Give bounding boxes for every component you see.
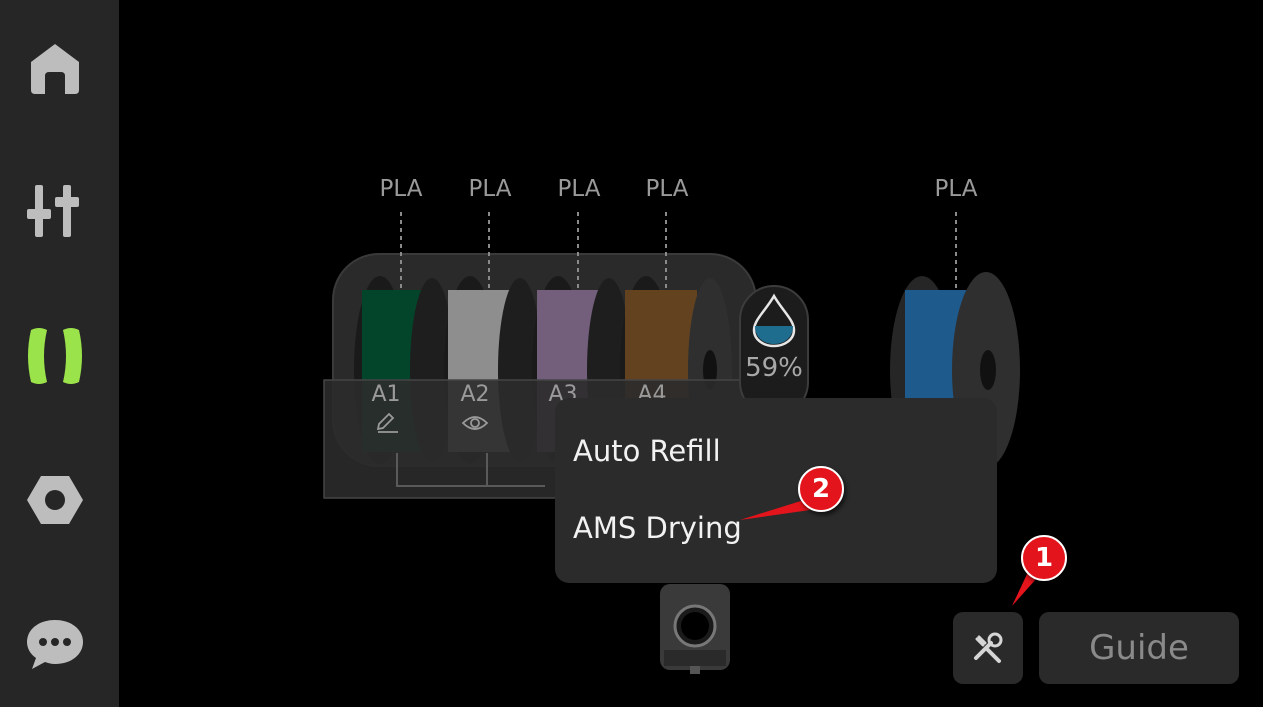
annotation-badge-1: 1 (1021, 535, 1067, 581)
annotation-badge-2: 2 (798, 466, 844, 512)
annotation-arrows (740, 500, 1037, 606)
